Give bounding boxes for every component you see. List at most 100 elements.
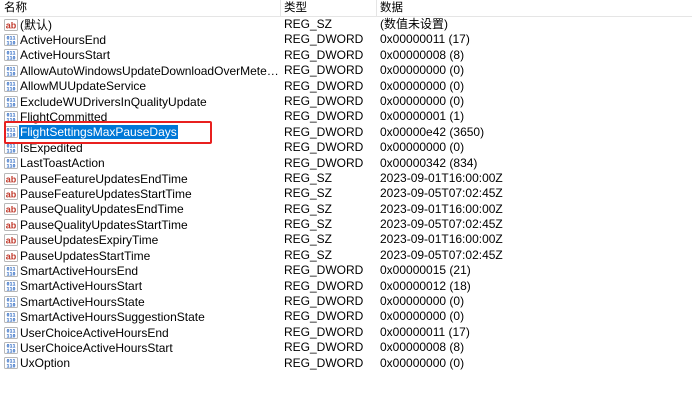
binary-value-icon: 011 110 — [4, 341, 18, 354]
binary-value-icon: 011 110 — [4, 111, 18, 123]
value-row[interactable]: 011 110 FlightCommitted REG_DWORD 0x00000001… — [0, 109, 692, 124]
value-name: ActiveHoursEnd — [20, 33, 107, 48]
binary-value-icon: 011 110 — [4, 64, 18, 77]
value-name-cell[interactable]: ab PauseQualityUpdatesEndTime — [4, 202, 280, 217]
value-name-cell[interactable]: 011 110 LastToastAction — [4, 156, 280, 171]
value-data: 2023-09-05T07:02:45Z — [380, 186, 503, 201]
svg-text:ab: ab — [6, 236, 17, 246]
svg-text:110: 110 — [6, 148, 15, 154]
value-row[interactable]: 011 110 SmartActiveHoursState REG_DWORD 0x00… — [0, 294, 692, 309]
value-name-cell[interactable]: 011 110 UxOption — [4, 356, 280, 371]
value-data: 2023-09-01T16:00:00Z — [380, 170, 503, 185]
string-value-icon: ab — [4, 187, 18, 200]
value-name-cell[interactable]: 011 110 SmartActiveHoursEnd — [4, 263, 280, 278]
value-row[interactable]: ab PauseQualityUpdatesStartTime REG_SZ 2023… — [0, 217, 692, 232]
svg-text:110: 110 — [6, 117, 15, 123]
value-name: AllowMUUpdateService — [20, 79, 147, 94]
column-header-type[interactable]: 类型 — [284, 2, 307, 15]
value-name-cell[interactable]: ab PauseUpdatesStartTime — [4, 248, 280, 263]
value-row[interactable]: ab PauseUpdatesStartTime REG_SZ 2023-09-05T… — [0, 248, 692, 263]
value-name-cell[interactable]: 011 110 ActiveHoursStart — [4, 48, 280, 63]
values-list: ab (默认) REG_SZ (数值未设置) 011 110 ActiveHoursEnd R… — [0, 17, 692, 371]
value-data: 0x00000001 (1) — [380, 109, 465, 124]
value-data: 0x00000000 (0) — [380, 140, 465, 155]
value-data: 2023-09-05T07:02:45Z — [380, 247, 503, 262]
svg-text:ab: ab — [6, 205, 17, 215]
svg-text:ab: ab — [6, 189, 17, 199]
svg-text:110: 110 — [6, 364, 15, 370]
column-divider[interactable] — [280, 0, 281, 16]
value-name-cell[interactable]: ab PauseFeatureUpdatesStartTime — [4, 186, 280, 201]
value-name-cell[interactable]: 011 110 IsExpedited — [4, 140, 280, 155]
value-type: REG_DWORD — [284, 47, 364, 62]
value-name-cell[interactable]: 011 110 AllowAutoWindowsUpdateDownloadOver… — [4, 63, 280, 78]
value-row[interactable]: ab PauseFeatureUpdatesEndTime REG_SZ 2023-0… — [0, 171, 692, 186]
value-name: LastToastAction — [20, 156, 105, 171]
value-data: 2023-09-01T16:00:00Z — [380, 232, 503, 247]
value-name-cell[interactable]: 011 110 ExcludeWUDriversInQualityUpdate — [4, 94, 280, 109]
value-name-cell[interactable]: ab PauseUpdatesExpiryTime — [4, 232, 280, 247]
value-data: 0x00000000 (0) — [380, 355, 465, 370]
svg-text:110: 110 — [6, 287, 15, 293]
value-name: UserChoiceActiveHoursEnd — [20, 325, 169, 340]
value-row[interactable]: 011 110 SmartActiveHoursEnd REG_DWORD 0x0000… — [0, 263, 692, 278]
value-name-cell[interactable]: 011 110 ActiveHoursEnd — [4, 32, 280, 47]
value-name: UserChoiceActiveHoursStart — [20, 340, 173, 355]
value-name-cell[interactable]: 011 110 SmartActiveHoursSuggestionState — [4, 309, 280, 324]
value-row[interactable]: 011 110 UxOption REG_DWORD 0x00000000 (0) — [0, 356, 692, 371]
value-name: (默认) — [20, 17, 52, 32]
value-row[interactable]: 011 110 FlightSettingsMaxPauseDays REG_DWOR… — [0, 125, 692, 140]
value-row[interactable]: 011 110 ActiveHoursEnd REG_DWORD 0x00000011 … — [0, 32, 692, 47]
value-name-cell[interactable]: ab PauseQualityUpdatesStartTime — [4, 217, 280, 232]
string-value-icon: ab — [4, 172, 18, 185]
value-name: SmartActiveHoursEnd — [20, 263, 139, 278]
value-row[interactable]: ab PauseUpdatesExpiryTime REG_SZ 2023-09-01… — [0, 232, 692, 247]
column-divider[interactable] — [376, 0, 377, 16]
value-row[interactable]: 011 110 ExcludeWUDriversInQualityUpdate REG… — [0, 94, 692, 109]
value-type: REG_SZ — [284, 17, 333, 31]
value-name-cell[interactable]: 011 110 FlightCommitted — [4, 109, 280, 124]
svg-text:110: 110 — [6, 56, 15, 62]
binary-value-icon: 011 110 — [4, 326, 18, 339]
value-name-cell[interactable]: 011 110 UserChoiceActiveHoursEnd — [4, 325, 280, 340]
value-name-cell[interactable]: 011 110 FlightSettingsMaxPauseDays — [4, 125, 280, 140]
svg-text:110: 110 — [6, 348, 15, 354]
column-header-data[interactable]: 数据 — [380, 2, 403, 15]
value-name: UxOption — [20, 356, 71, 371]
value-row[interactable]: 011 110 ActiveHoursStart REG_DWORD 0x0000000… — [0, 48, 692, 63]
binary-value-icon: 011 110 — [4, 295, 18, 308]
value-row[interactable]: ab PauseFeatureUpdatesStartTime REG_SZ 2023… — [0, 186, 692, 201]
value-row[interactable]: 011 110 AllowMUUpdateService REG_DWORD 0x000… — [0, 79, 692, 94]
value-data: 0x00000000 (0) — [380, 63, 465, 78]
value-name-cell[interactable]: 011 110 SmartActiveHoursStart — [4, 279, 280, 294]
svg-text:ab: ab — [6, 251, 17, 261]
value-row[interactable]: 011 110 AllowAutoWindowsUpdateDownloadOver… — [0, 63, 692, 78]
value-data: (数值未设置) — [380, 17, 448, 31]
value-row[interactable]: 011 110 UserChoiceActiveHoursStart REG_DWOR… — [0, 340, 692, 355]
value-row[interactable]: 011 110 UserChoiceActiveHoursEnd REG_DWORD 0… — [0, 325, 692, 340]
value-data: 0x00000011 (17) — [380, 32, 470, 47]
value-data: 0x00000000 (0) — [380, 294, 465, 309]
binary-value-icon: 011 110 — [4, 264, 18, 277]
svg-text:ab: ab — [6, 174, 17, 184]
value-name-cell[interactable]: 011 110 AllowMUUpdateService — [4, 79, 280, 94]
value-name-cell[interactable]: ab (默认) — [4, 17, 280, 32]
value-type: REG_DWORD — [284, 63, 364, 78]
value-data: 0x00000015 (21) — [380, 263, 471, 278]
value-row[interactable]: ab PauseQualityUpdatesEndTime REG_SZ 2023-0… — [0, 202, 692, 217]
value-row[interactable]: 011 110 SmartActiveHoursSuggestionState REG… — [0, 309, 692, 324]
value-name-cell[interactable]: 011 110 SmartActiveHoursState — [4, 294, 280, 309]
string-value-icon: ab — [4, 249, 18, 262]
column-header-name[interactable]: 名称 — [4, 2, 27, 15]
value-row[interactable]: ab (默认) REG_SZ (数值未设置) — [0, 17, 692, 32]
value-name-cell[interactable]: ab PauseFeatureUpdatesEndTime — [4, 171, 280, 186]
value-row[interactable]: 011 110 SmartActiveHoursStart REG_DWORD 0x00… — [0, 279, 692, 294]
value-type: REG_DWORD — [284, 93, 364, 108]
value-name-cell[interactable]: 011 110 UserChoiceActiveHoursStart — [4, 340, 280, 355]
value-row[interactable]: 011 110 IsExpedited REG_DWORD 0x00000000 (0) — [0, 140, 692, 155]
binary-value-icon: 011 110 — [4, 49, 18, 62]
binary-value-icon: 011 110 — [4, 280, 18, 293]
value-row[interactable]: 011 110 LastToastAction REG_DWORD 0x00000342… — [0, 156, 692, 171]
string-value-icon: ab — [4, 203, 18, 216]
value-type: REG_DWORD — [284, 32, 364, 47]
